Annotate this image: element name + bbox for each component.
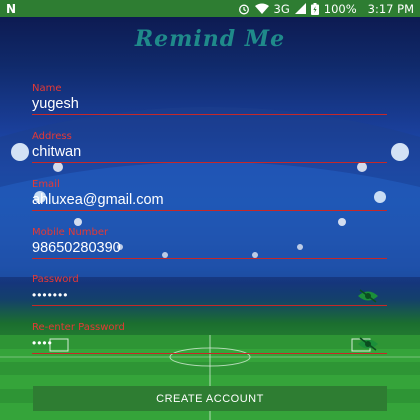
signal-icon	[294, 3, 306, 14]
mobile-label: Mobile Number	[32, 227, 109, 238]
email-label: Email	[32, 179, 60, 190]
name-underline	[32, 114, 387, 115]
clock: 3:17 PM	[367, 1, 414, 16]
password-eye-icon[interactable]	[357, 288, 379, 303]
notification-n-icon: N	[6, 1, 16, 16]
address-label: Address	[32, 131, 72, 142]
reenter-password-underline	[32, 353, 387, 354]
password-underline	[32, 305, 387, 306]
create-account-button[interactable]: CREATE ACCOUNT	[33, 386, 387, 411]
reenter-password-input[interactable]: ••••	[32, 334, 387, 353]
address-field[interactable]: Address chitwan	[32, 131, 387, 163]
app-title: Remind Me	[134, 26, 286, 52]
email-field[interactable]: Email ahluxea@gmail.com	[32, 179, 387, 211]
alarm-icon	[238, 3, 250, 15]
stadium-background	[0, 17, 420, 420]
email-input[interactable]: ahluxea@gmail.com	[32, 191, 387, 210]
address-underline	[32, 162, 387, 163]
reenter-password-eye-icon[interactable]	[357, 336, 379, 351]
reenter-password-label: Re-enter Password	[32, 322, 125, 333]
password-input[interactable]: •••••••	[32, 286, 387, 305]
password-field[interactable]: Password •••••••	[32, 274, 387, 306]
reenter-password-field[interactable]: Re-enter Password ••••	[32, 322, 387, 354]
status-bar: N 3G 100% 3:17 PM	[0, 0, 420, 17]
mobile-input[interactable]: 98650280390	[32, 239, 387, 258]
mobile-field[interactable]: Mobile Number 98650280390	[32, 227, 387, 259]
name-input[interactable]: yugesh	[32, 95, 387, 114]
network-type: 3G	[273, 1, 290, 16]
wifi-icon	[254, 3, 269, 14]
name-label: Name	[32, 83, 62, 94]
email-underline	[32, 210, 387, 211]
battery-icon	[310, 2, 319, 15]
password-label: Password	[32, 274, 79, 285]
address-input[interactable]: chitwan	[32, 143, 387, 162]
mobile-underline	[32, 258, 387, 259]
name-field[interactable]: Name yugesh	[32, 83, 387, 115]
battery-level: 100%	[323, 1, 357, 16]
